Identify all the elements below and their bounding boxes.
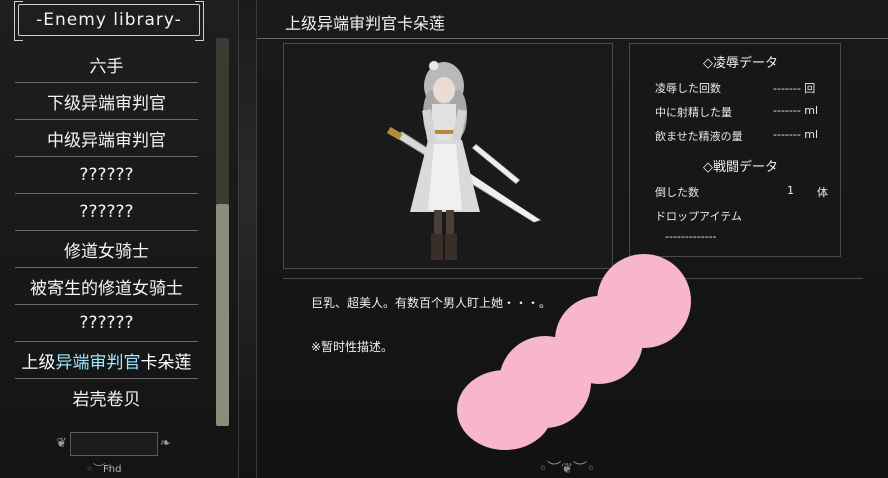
- enemy-name: 上级异端审判官卡朵莲: [285, 14, 446, 33]
- defeated-count-value: 1: [787, 184, 794, 197]
- enemy-list-item[interactable]: 被寄生的修道女骑士: [15, 268, 198, 305]
- description-line: 巨乳、超美人。有数百个男人盯上她・・・。: [311, 296, 552, 310]
- stat-label: 凌辱した回数: [655, 82, 721, 95]
- ornament-right-icon: ❧: [160, 436, 171, 451]
- enemy-portrait-frame: [283, 43, 613, 269]
- stat-label: 中に射精した量: [655, 106, 732, 119]
- game-screen: -Enemy library- 六手 下级异端审判官 中级异端审判官 ?????…: [0, 0, 888, 478]
- sentou-data-header: ◇戦闘データ: [703, 160, 778, 175]
- list-scrollbar[interactable]: [216, 38, 229, 426]
- header-divider: [257, 38, 888, 39]
- footer-text: Fhd: [103, 464, 122, 475]
- enemy-list-item[interactable]: 岩壳卷贝: [15, 379, 198, 415]
- drop-item-value: -------------: [665, 230, 717, 243]
- ornament-left-icon: ❦: [56, 436, 67, 451]
- censor-bubble: [457, 370, 553, 450]
- description-note: ※暂时性描述。: [311, 340, 394, 354]
- stat-value: ------- 回: [773, 82, 816, 95]
- enemy-detail-panel: 上级异端审判官卡朵莲 ◇凌辱データ 凌辱した回数 ------- 回 中に射精し…: [256, 0, 888, 478]
- scrollbar-thumb[interactable]: [216, 204, 229, 426]
- stats-panel: [629, 43, 841, 257]
- enemy-list-item[interactable]: ??????: [15, 194, 198, 231]
- enemy-list-item-selected[interactable]: 上级 异端审判官 卡朵莲: [15, 342, 198, 379]
- enemy-list: 六手 下级异端审判官 中级异端审判官 ?????? ?????? 修道女骑士 被…: [15, 46, 198, 415]
- enemy-list-item[interactable]: ??????: [15, 305, 198, 342]
- enemy-list-item[interactable]: 中级异端审判官: [15, 120, 198, 157]
- defeated-count-unit: 体: [817, 186, 828, 199]
- footer-ornament-icon: ◦︶❦︶◦: [539, 461, 596, 477]
- highlighted-text: 异端审判官: [55, 352, 141, 373]
- ryoujoku-data-header: ◇凌辱データ: [703, 56, 778, 71]
- enemy-list-item[interactable]: 修道女骑士: [15, 231, 198, 268]
- stat-label: 飲ませた精液の量: [655, 130, 743, 143]
- page-frame: [70, 432, 158, 456]
- stat-value: ------- ml: [773, 128, 819, 141]
- enemy-library-panel: -Enemy library- 六手 下级异端审判官 中级异端审判官 ?????…: [0, 0, 239, 478]
- drop-item-label: ドロップアイテム: [655, 210, 742, 223]
- enemy-list-item[interactable]: ??????: [15, 157, 198, 194]
- library-title: -Enemy library-: [14, 1, 204, 41]
- defeated-count-label: 倒した数: [655, 186, 699, 199]
- enemy-portrait: [386, 60, 542, 260]
- enemy-list-item[interactable]: 六手: [15, 46, 198, 83]
- enemy-list-item[interactable]: 下级异端审判官: [15, 83, 198, 120]
- stat-value: ------- ml: [773, 104, 819, 117]
